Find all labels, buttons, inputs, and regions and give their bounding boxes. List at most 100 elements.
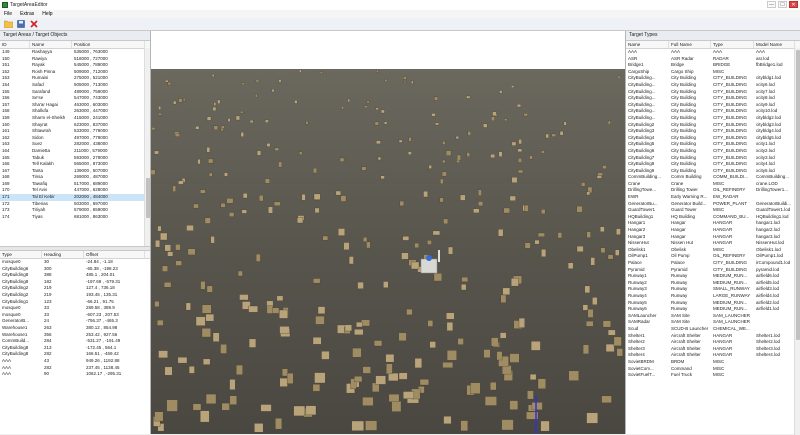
table-row[interactable]: CityBuilding... City Building CITY_BUILDIN… [626,115,800,122]
types-scroll-thumb[interactable] [796,50,800,340]
table-row[interactable]: 170 Tel Aviv 447000 , 628000 [0,187,150,194]
table-row[interactable]: CityBuilding2 219 193.45 , 135.31 [0,292,150,299]
terrain-3d-view[interactable] [151,69,625,434]
table-row[interactable]: Warehouse1 263 380.12 , 854.98 [0,325,150,332]
table-row[interactable]: EWR Early Warning R... EW_RADAR [626,194,800,201]
column-header-type[interactable]: Type [0,251,42,258]
table-row[interactable]: 166 Tell Kalakh 565000 , 873000 [0,161,150,168]
table-row[interactable]: AAA 90 1062.17 , -295.31 [0,371,150,378]
table-row[interactable]: 151 Rayak 545000 , 789000 [0,62,150,69]
column-header-name[interactable]: Name [626,41,669,48]
table-row[interactable]: 158 Shallufa 263000 , 447000 [0,108,150,115]
table-row[interactable]: CityBuilding... City Building CITY_BUILDIN… [626,95,800,102]
table-row[interactable]: 164 Damietta 211000 , 579000 [0,148,150,155]
table-row[interactable]: CityBuilding... City Building CITY_BUILDIN… [626,89,800,96]
minimize-button[interactable]: — [767,1,776,8]
table-row[interactable]: CityBuilding6 300 -65.38 , -198.23 [0,266,150,273]
table-row[interactable]: CityBuilding7 City Building CITY_BUILDING x… [626,155,800,162]
areas-scrollbar[interactable] [144,48,150,246]
table-row[interactable]: CargoShip Cargo Ship MISC [626,69,800,76]
table-row[interactable]: CommBuild... 284 -531.27 , -191.49 [0,338,150,345]
table-row[interactable]: SovietFuelT... Fuel Truck MISC [626,372,800,379]
menu-file[interactable]: File [0,11,16,17]
table-row[interactable]: 172 Tiberias 503000 , 697000 [0,201,150,208]
save-button[interactable] [16,19,26,29]
table-row[interactable]: CityBuilding9 City Building CITY_BUILDING x… [626,168,800,175]
table-row[interactable]: 157 Sha'ar Hagai 463000 , 603000 [0,102,150,109]
table-row[interactable]: CityBuilding... City Building CITY_BUILDIN… [626,108,800,115]
table-row[interactable]: Crane Crane MISC crane.LOD [626,181,800,188]
column-header-type[interactable]: Type [711,41,754,48]
table-row[interactable]: SovietCom... Command MISC [626,366,800,373]
menu-help[interactable]: Help [38,11,56,17]
table-row[interactable]: CommBuilding... Comm Building COMM_BUILDI.… [626,174,800,181]
table-row[interactable]: Palace Palace CITY_BUILDING irCompound1.lod [626,260,800,267]
table-row[interactable]: 171 Tal El Kebir 202000 , 484000 [0,194,150,201]
table-row[interactable]: CityBuilding2 219 127.4 , 736.18 [0,285,150,292]
table-row[interactable]: Warehouse1 356 253.42 , 927.56 [0,332,150,339]
table-row[interactable]: Hangar2 Hangar HANGAR hangar2.lod [626,227,800,234]
table-row[interactable]: GeneratorBu... Generator Build... POWER_PL… [626,201,800,208]
table-row[interactable]: OilPump1 Oil Pump OIL_REFINERY OilPump1.lod [626,253,800,260]
table-row[interactable]: GuardTower1 Guard Tower MISC GuardTower1.lo… [626,207,800,214]
table-row[interactable]: mosque0 30 -24.84 , -1.18 [0,259,150,266]
table-row[interactable]: CityBuilding8 City Building CITY_BUILDING x… [626,161,800,168]
table-row[interactable]: CityBuilding... City Building CITY_BUILDIN… [626,102,800,109]
table-row[interactable]: 165 Tabuk 593000 , 279000 [0,155,150,162]
column-header-id[interactable]: ID [0,41,30,48]
table-row[interactable]: mosque0 33 289.58 , 389.9 [0,305,150,312]
column-header-offset[interactable]: Offset [84,251,145,258]
table-row[interactable]: mosque0 33 -607.23 , 207.53 [0,312,150,319]
table-row[interactable]: Hangar1 Hangar HANGAR hangar1.lod [626,220,800,227]
table-row[interactable]: SovietBRDM BRDM MISC [626,359,800,366]
table-row[interactable]: Runway2 Runway MEDIUM_RUN... airfield5.lod [626,280,800,287]
column-header-model-name[interactable]: Model Name [754,41,795,48]
menu-extras[interactable]: Extras [16,11,38,17]
column-header-name[interactable]: Name [30,41,72,48]
table-row[interactable]: AAA AAA AAA AAA [626,49,800,56]
table-row[interactable]: Shelter4 Aircraft Shelter HANGAR Shelter4.l… [626,352,800,359]
table-row[interactable]: AAA 282 237.45 , 1138.45 [0,365,150,372]
table-row[interactable]: 154 Safad 505000 , 713000 [0,82,150,89]
table-row[interactable]: Hangar3 Hangar HANGAR hangar3.lod [626,234,800,241]
table-row[interactable]: Shelter3 Aircraft Shelter HANGAR Shelter3.l… [626,346,800,353]
close-button[interactable]: ✕ [789,1,798,8]
maximize-button[interactable]: ☐ [778,1,787,8]
table-row[interactable]: Runway1 Runway MEDIUM_RUN... airfield6.lod [626,273,800,280]
table-row[interactable]: CityBuilding4 City Building CITY_BUILDING c… [626,135,800,142]
open-button[interactable] [3,19,13,29]
types-scrollbar[interactable] [794,48,800,435]
table-row[interactable]: CityBuilding3 City Building CITY_BUILDING c… [626,128,800,135]
table-row[interactable]: 159 Sharm el-Sheikh 415000 , 241000 [0,115,150,122]
table-row[interactable]: GeneratorB... 24 -756.37 , -465.3 [0,318,150,325]
table-row[interactable]: AAA 43 949.26 , 1192.88 [0,358,150,365]
table-row[interactable]: CityBuilding... City Building CITY_BUILDIN… [626,75,800,82]
table-row[interactable]: 168 Tinsa 269000 , 487000 [0,174,150,181]
table-row[interactable]: CityBuilding8 388 485.1 , 204.01 [0,272,150,279]
table-row[interactable]: DrillingTowe... Drilling Tower OIL_REFINER… [626,187,800,194]
table-row[interactable]: Bridge1 Bridge BRIDGE fbBridge1.lod [626,62,800,69]
table-row[interactable]: CityBuilding6 City Building CITY_BUILDING x… [626,148,800,155]
table-row[interactable]: Scud SCUD-B Launcher CHEMICAL_WE... [626,326,800,333]
table-row[interactable]: 153 Rumaisi 275000 , 521000 [0,75,150,82]
table-row[interactable]: 152 Rosh Pinna 509000 , 712000 [0,69,150,76]
table-row[interactable]: Runway6 Runway MEDIUM_RUN... airfield1.lod [626,306,800,313]
table-row[interactable]: 149 Rashayya 535000 , 763000 [0,49,150,56]
column-header-position[interactable]: Position [72,41,145,48]
table-row[interactable]: CityBuilding5 City Building CITY_BUILDING x… [626,141,800,148]
table-row[interactable]: Obelisk1 Obelisk MISC Obelisk1.lod [626,247,800,254]
table-row[interactable]: CityBuilding2 City Building CITY_BUILDING c… [626,122,800,129]
table-row[interactable]: SAMRadar SAM Site SAM_LAUNCHER [626,319,800,326]
table-row[interactable]: CityBuilding8 213 -172.45 , 564.1 [0,345,150,352]
table-row[interactable]: 162 Sidon 497000 , 779000 [0,135,150,142]
table-row[interactable]: CityBuilding... City Building CITY_BUILDIN… [626,82,800,89]
table-row[interactable]: 161 Shtawrah 533000 , 779000 [0,128,150,135]
table-row[interactable]: 156 Se'se 547000 , 743000 [0,95,150,102]
delete-button[interactable] [29,19,39,29]
table-row[interactable]: 174 Tiyas 681000 , 863000 [0,214,150,221]
table-row[interactable]: CityBuilding8 282 166.51 , -469.42 [0,351,150,358]
table-row[interactable]: CityBuilding1 123 -66.21 , 91.75 [0,299,150,306]
table-row[interactable]: SAMLauncher SAM Site SAM_LAUNCHER [626,313,800,320]
table-row[interactable]: Pyramid Pyramid CITY_BUILDING pyramid.lod [626,267,800,274]
areas-scroll-thumb[interactable] [146,178,150,218]
